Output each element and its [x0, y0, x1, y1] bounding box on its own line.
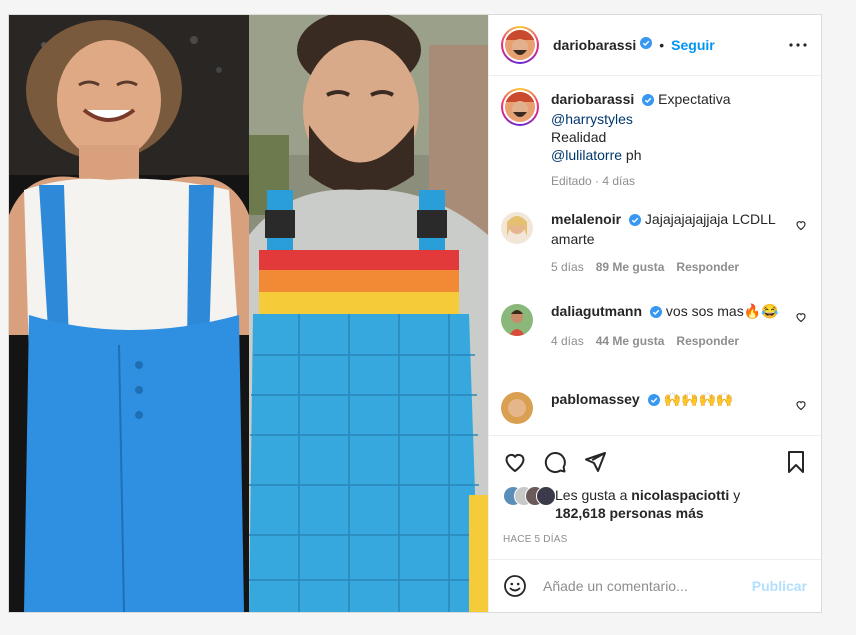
likes-middle: y: [729, 487, 741, 503]
post-image[interactable]: [9, 15, 488, 612]
comment-icon[interactable]: [543, 450, 567, 474]
post-sidebar: dariobarassi • Seguir dariobarassi Expec…: [488, 15, 821, 612]
comment-row: daliagutmann vos sos mas🔥😂 4 días 44 Me …: [501, 302, 807, 350]
add-comment-bar: Publicar: [489, 559, 821, 612]
heart-icon[interactable]: [795, 310, 807, 328]
heart-icon[interactable]: [795, 398, 807, 416]
liker-avatar: [536, 486, 556, 506]
comment-text: vos sos mas🔥😂: [665, 303, 779, 319]
comment-row: pablomassey 🙌🙌🙌🙌: [501, 390, 807, 424]
liker-username[interactable]: nicolaspaciotti: [631, 487, 729, 503]
likes-prefix: Les gusta a: [555, 487, 632, 503]
verified-icon: [647, 392, 660, 410]
comment-likes[interactable]: 89 Me gusta: [596, 258, 665, 276]
caption-suffix: ph: [622, 147, 642, 163]
verified-icon: [650, 304, 663, 322]
publish-button[interactable]: Publicar: [752, 578, 807, 594]
post-timestamp[interactable]: HACE 5 DÍAS: [503, 534, 807, 545]
commenter-avatar[interactable]: [501, 304, 533, 336]
mention-link[interactable]: @lulilatorre: [551, 147, 622, 163]
caption-meta: Editado · 4 días: [551, 172, 783, 190]
caption-edited-time: Editado · 4 días: [551, 174, 636, 188]
collage-image: [9, 15, 488, 612]
liker-avatars[interactable]: [503, 486, 556, 506]
comment-username[interactable]: daliagutmann: [551, 303, 642, 319]
likes-count[interactable]: 182,618 personas más: [555, 505, 704, 521]
comment-likes[interactable]: 44 Me gusta: [596, 332, 665, 350]
bookmark-icon[interactable]: [785, 450, 807, 474]
commenter-avatar[interactable]: [501, 392, 533, 424]
reply-button[interactable]: Responder: [676, 332, 739, 350]
more-icon[interactable]: [789, 43, 807, 47]
reply-button[interactable]: Responder: [676, 258, 739, 276]
comment-username[interactable]: melalenoir: [551, 211, 621, 227]
post-card: dariobarassi • Seguir dariobarassi Expec…: [8, 14, 822, 613]
heart-icon[interactable]: [503, 450, 527, 474]
heart-icon[interactable]: [795, 218, 807, 236]
action-bar: [503, 442, 807, 482]
share-icon[interactable]: [583, 450, 607, 474]
caption-line-2: Realidad: [551, 129, 607, 145]
mention-link[interactable]: @harrystyles: [551, 111, 633, 127]
caption-avatar[interactable]: [501, 88, 539, 126]
likes-summary: Les gusta a nicolaspaciotti y 182,618 pe…: [503, 486, 807, 522]
caption-line-1: Expectativa: [658, 91, 731, 107]
comment-age: 5 días: [551, 260, 584, 274]
post-actions: Les gusta a nicolaspaciotti y 182,618 pe…: [489, 435, 821, 559]
comments-list[interactable]: dariobarassi Expectativa @harrystyles Re…: [489, 76, 821, 435]
comment-username[interactable]: pablomassey: [551, 391, 640, 407]
comment-meta: 4 días 44 Me gusta Responder: [551, 332, 783, 350]
likes-text: Les gusta a nicolaspaciotti y 182,618 pe…: [555, 486, 740, 522]
comment-meta: 5 días 89 Me gusta Responder: [551, 258, 783, 276]
commenter-avatar[interactable]: [501, 212, 533, 244]
verified-icon: [642, 92, 655, 110]
comment-row: melalenoir Jajajajajajjaja LCDLL amarte …: [501, 210, 807, 276]
verified-icon: [640, 36, 653, 54]
separator-dot: •: [659, 37, 665, 53]
comment-input[interactable]: [541, 577, 752, 595]
comment-text: 🙌🙌🙌🙌: [663, 391, 734, 407]
author-avatar[interactable]: [501, 26, 539, 64]
follow-button[interactable]: Seguir: [671, 37, 715, 53]
verified-icon: [629, 212, 642, 230]
author-username[interactable]: dariobarassi: [553, 37, 636, 53]
caption-username[interactable]: dariobarassi: [551, 91, 634, 107]
emoji-icon[interactable]: [503, 574, 527, 598]
post-header: dariobarassi • Seguir: [489, 15, 821, 76]
caption: dariobarassi Expectativa @harrystyles Re…: [501, 88, 807, 190]
comment-age: 4 días: [551, 334, 584, 348]
avatar-image: [505, 92, 535, 122]
avatar-image: [505, 30, 535, 60]
